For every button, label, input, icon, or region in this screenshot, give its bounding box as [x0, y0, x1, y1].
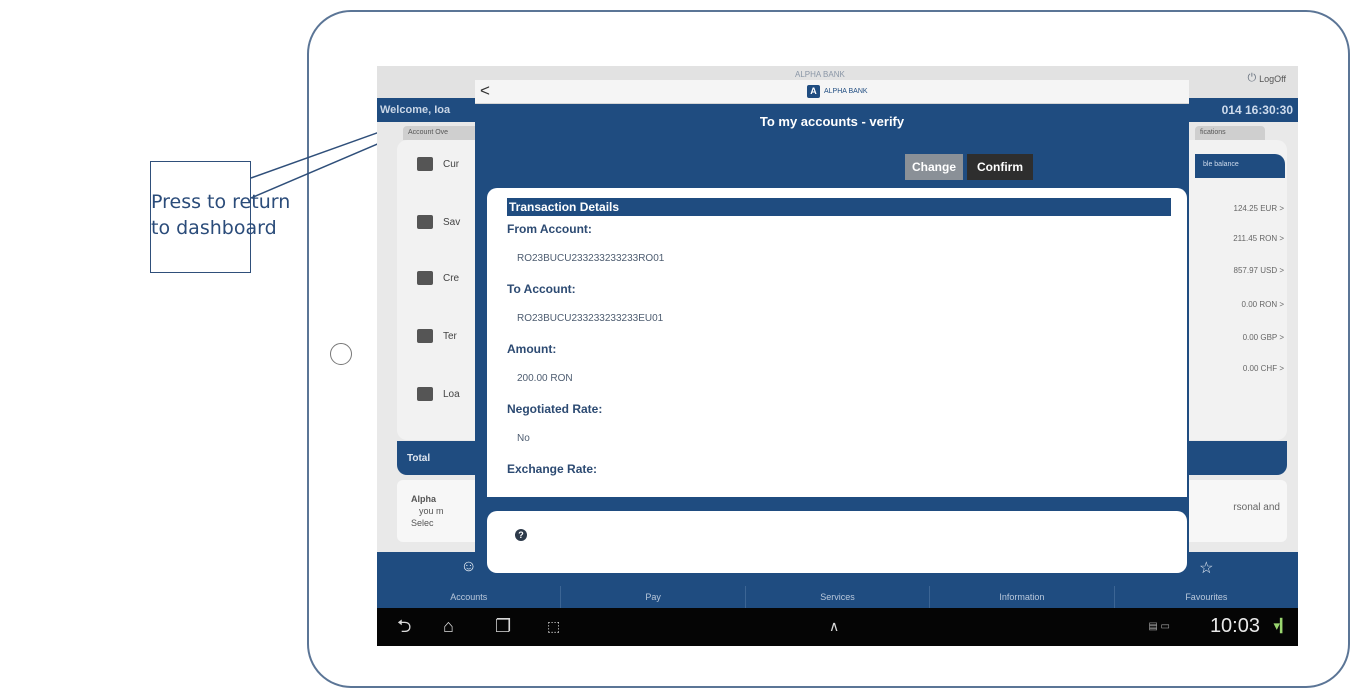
- account-label: Ter: [443, 330, 457, 342]
- balance-value[interactable]: 211.45 RON >: [1184, 234, 1284, 243]
- tab-notifications[interactable]: fications: [1195, 126, 1265, 140]
- credit-card-icon: [417, 271, 433, 285]
- bank-logo: A ALPHA BANK: [807, 85, 868, 98]
- app-logo: ALPHA BANK: [795, 70, 845, 79]
- transaction-details-header: Transaction Details: [507, 198, 1171, 216]
- negotiated-rate-label: Negotiated Rate:: [507, 402, 603, 416]
- account-label: Cre: [443, 272, 460, 284]
- logoff-label: LogOff: [1259, 73, 1286, 84]
- last-login-datetime: 014 16:30:30: [1221, 103, 1293, 117]
- logoff-button[interactable]: ⏻ LogOff: [1247, 72, 1286, 85]
- change-button[interactable]: Change: [905, 154, 963, 180]
- status-clock: 10:03: [1209, 615, 1260, 637]
- nav-label: Favourites: [1185, 592, 1228, 602]
- balance-value[interactable]: 0.00 CHF >: [1184, 364, 1284, 373]
- account-label: Cur: [443, 158, 460, 170]
- info-text-right: rsonal and: [1233, 502, 1280, 513]
- amount-value: 200.00 RON: [517, 373, 573, 384]
- balance-value[interactable]: 0.00 GBP >: [1184, 333, 1284, 342]
- savings-account-icon: [417, 215, 433, 229]
- recent-apps-icon[interactable]: ❐: [495, 616, 511, 636]
- info-line: Alpha: [411, 494, 437, 504]
- callout-text: Press to return to dashboard: [151, 189, 291, 241]
- power-icon: ⏻: [1247, 72, 1257, 84]
- info-line: Selec: [411, 518, 434, 528]
- android-system-bar: ⮌ ⌂ ❐ ⬚ ∧ ▤ ▭ 10:03 ▾▎: [377, 608, 1298, 646]
- account-label: Loa: [443, 388, 460, 400]
- amount-label: Amount:: [507, 342, 557, 356]
- loan-icon: [417, 387, 433, 401]
- nav-label: Pay: [645, 592, 661, 602]
- confirm-button[interactable]: Confirm: [967, 154, 1033, 180]
- nav-label: Information: [999, 592, 1045, 602]
- account-row-term[interactable]: Ter: [417, 326, 457, 346]
- help-card: ?: [487, 511, 1187, 573]
- from-account-value: RO23BUCU233233233233RO01: [517, 253, 665, 264]
- account-label: Sav: [443, 216, 461, 228]
- alpha-bank-icon: A: [807, 85, 820, 98]
- verify-modal: < A ALPHA BANK To my accounts - verify C…: [475, 80, 1189, 586]
- exchange-rate-label: Exchange Rate:: [507, 462, 598, 476]
- callout-box: Press to return to dashboard: [150, 161, 291, 273]
- modal-topbar: < A ALPHA BANK: [475, 80, 1189, 104]
- welcome-text: Welcome, Ioa: [380, 104, 451, 116]
- to-account-value: RO23BUCU233233233233EU01: [517, 313, 664, 324]
- negotiated-rate-value: No: [517, 433, 530, 444]
- screenshot-icon[interactable]: ⬚: [547, 616, 560, 636]
- signal-battery-icon: ▾▎: [1273, 618, 1290, 633]
- account-row-loans[interactable]: Loa: [417, 384, 460, 404]
- account-row-savings[interactable]: Sav: [417, 212, 460, 232]
- tablet-home-button[interactable]: [330, 343, 352, 365]
- info-line: you m: [419, 506, 444, 516]
- bank-name: ALPHA BANK: [824, 88, 868, 95]
- balance-value[interactable]: 0.00 RON >: [1184, 300, 1284, 309]
- nav-label: Services: [820, 592, 855, 602]
- account-row-current[interactable]: Cur: [417, 154, 459, 174]
- available-balance-header: ble balance: [1195, 154, 1285, 178]
- nav-label: Accounts: [450, 592, 488, 602]
- callout-line-1: Press to return: [151, 191, 291, 213]
- balance-value[interactable]: 857.97 USD >: [1184, 266, 1284, 275]
- balance-value[interactable]: 124.25 EUR >: [1184, 204, 1284, 213]
- modal-title: To my accounts - verify: [759, 114, 905, 129]
- account-row-credit[interactable]: Cre: [417, 268, 459, 288]
- chevron-up-icon[interactable]: ∧: [829, 616, 839, 636]
- help-icon[interactable]: ?: [515, 529, 527, 541]
- term-deposit-icon: [417, 329, 433, 343]
- notification-icons: ▤ ▭: [1148, 621, 1170, 632]
- device-screen: ALPHA BANK ⏻ LogOff Welcome, Ioa 014 16:…: [377, 66, 1298, 646]
- back-icon[interactable]: ⮌: [397, 616, 411, 636]
- from-account-label: From Account:: [507, 222, 592, 236]
- total-label: Total: [407, 453, 431, 464]
- transaction-details-card: Transaction Details From Account: RO23BU…: [487, 188, 1187, 497]
- callout-line-2: to dashboard: [151, 217, 277, 239]
- home-icon[interactable]: ⌂: [443, 616, 454, 636]
- to-account-label: To Account:: [507, 282, 576, 296]
- back-button[interactable]: <: [480, 82, 490, 100]
- current-account-icon: [417, 157, 433, 171]
